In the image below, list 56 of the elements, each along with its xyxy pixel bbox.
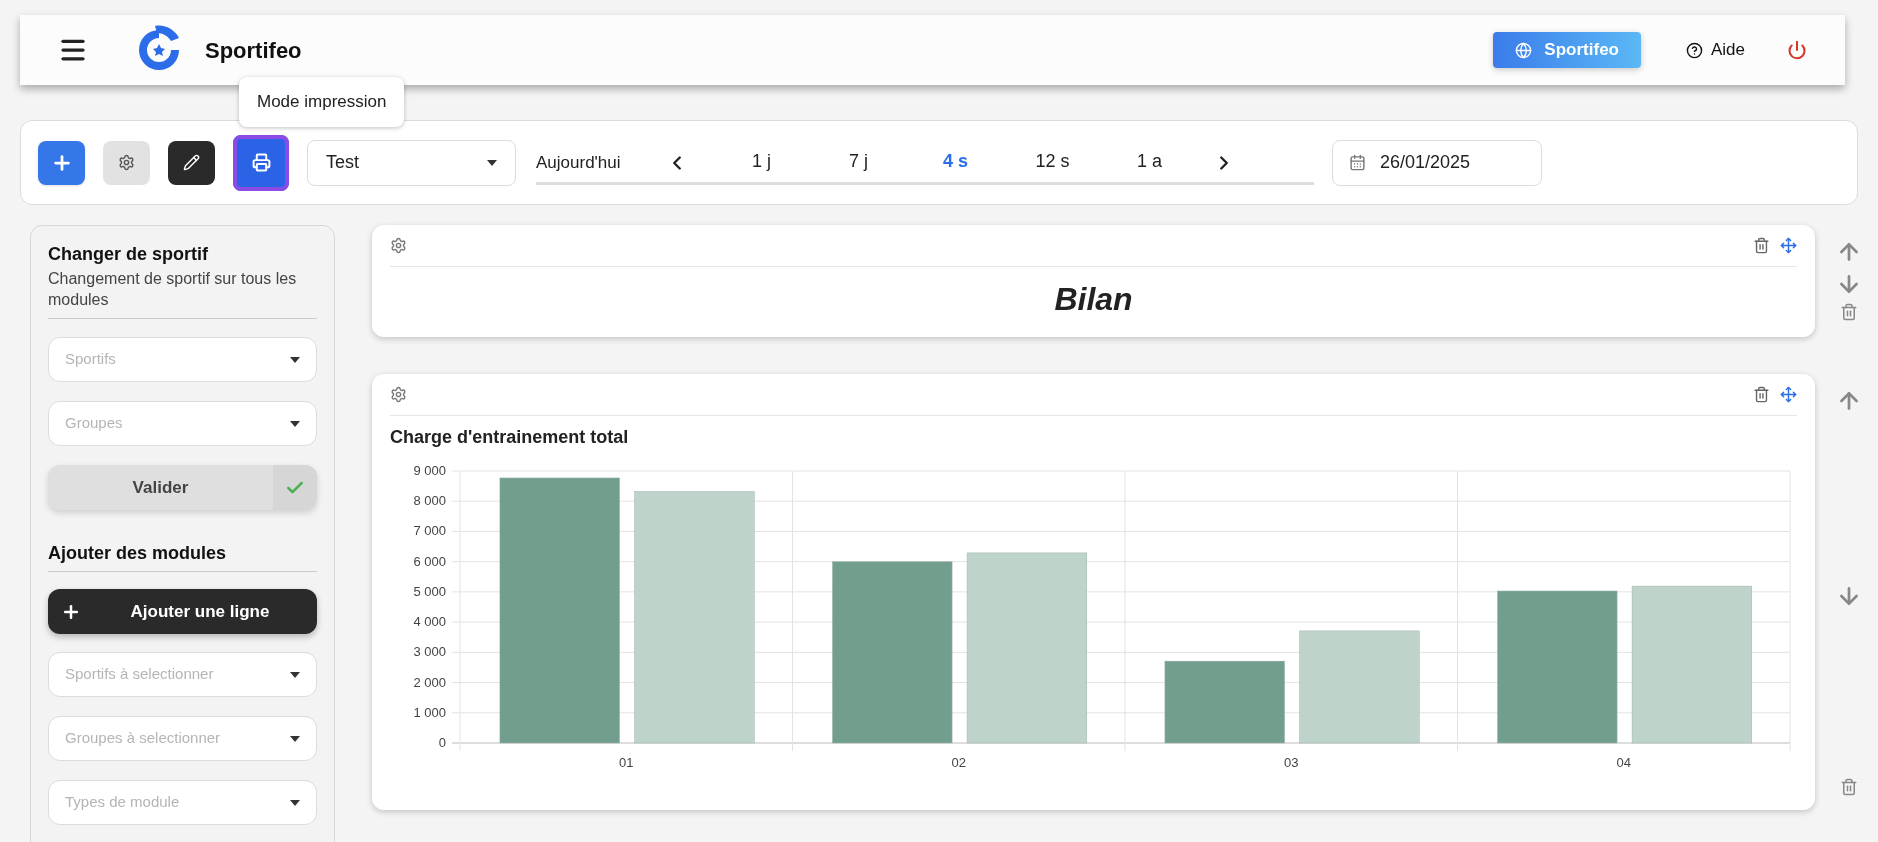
settings-button[interactable]	[103, 140, 150, 185]
settings-icon[interactable]	[390, 386, 407, 403]
brand-name: Sportifeo	[205, 36, 302, 65]
move-icon[interactable]	[1780, 237, 1797, 254]
y-tick-label: 7 000	[413, 523, 446, 539]
tooltip: Mode impression	[239, 77, 405, 127]
delete-icon[interactable]	[1753, 386, 1770, 403]
caret-icon	[290, 799, 300, 806]
print-button[interactable]	[233, 134, 289, 191]
caret-icon	[290, 735, 300, 742]
caret-icon	[290, 356, 300, 363]
validate-button[interactable]: Valider	[48, 465, 317, 510]
y-tick-label: 4 000	[413, 614, 446, 630]
help-button[interactable]: Aide	[1685, 37, 1745, 63]
add-line-button[interactable]: Ajouter une ligne	[48, 589, 317, 634]
range-tab[interactable]: 1 a	[1101, 140, 1198, 185]
section-title: Changer de sportif	[48, 243, 209, 266]
x-tick-label: 02	[951, 755, 966, 770]
delete-icon[interactable]	[1753, 237, 1770, 254]
settings-icon	[118, 154, 135, 171]
caret-icon	[290, 420, 300, 427]
select-field[interactable]: Test	[307, 139, 516, 186]
module-title: Bilan	[1054, 280, 1133, 319]
today-button[interactable]: Aujourd'hui	[536, 149, 656, 176]
y-tick-label: 5 000	[413, 583, 446, 599]
help-icon	[1685, 41, 1703, 59]
globe-icon	[1515, 41, 1533, 59]
settings-icon[interactable]	[390, 237, 407, 254]
range-tab[interactable]: 7 j	[810, 140, 907, 185]
y-tick-label: 0	[438, 735, 446, 750]
delete-icon[interactable]	[1840, 778, 1858, 796]
y-tick-label: 2 000	[413, 674, 446, 690]
power-icon[interactable]	[1787, 40, 1807, 60]
y-tick-label: 3 000	[413, 644, 446, 660]
move-icon[interactable]	[1780, 386, 1797, 403]
chart-title: Charge d'entrainement total	[390, 426, 630, 449]
range-tab[interactable]: 12 s	[1004, 140, 1101, 185]
date-field[interactable]: 26/01/2025	[1332, 139, 1542, 186]
y-tick-label: 8 000	[413, 493, 446, 509]
range-tab[interactable]: 1 j	[713, 140, 810, 185]
y-tick-label: 9 000	[413, 463, 446, 478]
y-tick-label: 1 000	[413, 704, 446, 720]
x-tick-label: 01	[619, 755, 634, 770]
calendar-icon	[1349, 154, 1366, 171]
x-tick-label: 03	[1284, 755, 1299, 770]
caret-icon	[290, 671, 300, 678]
delete-icon[interactable]	[1840, 303, 1858, 321]
printer-icon	[251, 153, 271, 172]
y-tick-label: 6 000	[413, 553, 446, 569]
x-tick-label: 04	[1616, 755, 1631, 770]
add-button[interactable]	[38, 140, 85, 185]
section-subtitle: Changement de sportif sur tous les modules	[48, 269, 298, 310]
caret-icon	[487, 159, 497, 166]
pencil-icon	[183, 154, 200, 171]
section-title: Ajouter des modules	[48, 542, 228, 565]
edit-button[interactable]	[168, 140, 215, 185]
